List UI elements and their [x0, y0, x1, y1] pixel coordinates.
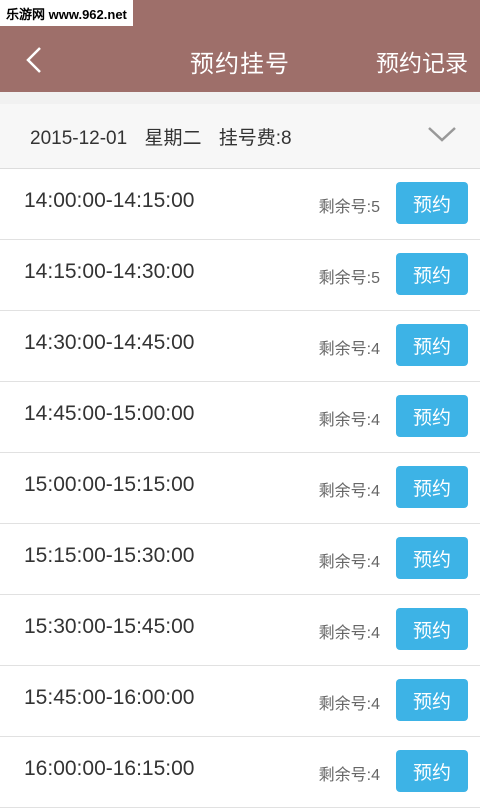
- slot-remaining: 剩余号:4: [318, 767, 380, 784]
- watermark: 乐游网 www.962.net: [0, 0, 133, 26]
- slot-time: 15:15:00-15:30:00: [24, 544, 195, 567]
- slot-row: 15:30:00-15:45:00 剩余号:4 预约: [0, 595, 480, 666]
- slot-remaining: 剩余号:4: [318, 625, 380, 642]
- slot-time: 14:45:00-15:00:00: [24, 402, 195, 425]
- slot-time: 14:15:00-14:30:00: [24, 260, 195, 283]
- slot-time: 15:45:00-16:00:00: [24, 686, 195, 709]
- slot-remaining: 剩余号:4: [318, 483, 380, 500]
- date-value: 2015-12-01: [30, 127, 128, 149]
- slot-row: 14:30:00-14:45:00 剩余号:4 预约: [0, 311, 480, 382]
- slot-row: 14:00:00-14:15:00 剩余号:5 预约: [0, 169, 480, 240]
- slot-remaining: 剩余号:5: [318, 270, 380, 287]
- slot-remaining: 剩余号:4: [318, 341, 380, 358]
- slot-row: 14:45:00-15:00:00 剩余号:4 预约: [0, 382, 480, 453]
- slot-time: 15:30:00-15:45:00: [24, 615, 195, 638]
- slot-remaining: 剩余号:5: [318, 199, 380, 216]
- slot-remaining: 剩余号:4: [318, 412, 380, 429]
- slot-row: 14:15:00-14:30:00 剩余号:5 预约: [0, 240, 480, 311]
- slot-row: 15:45:00-16:00:00 剩余号:4 预约: [0, 666, 480, 737]
- book-button[interactable]: 预约: [396, 324, 468, 366]
- date-info: 2015-12-01 星期二 挂号费:8: [30, 123, 304, 150]
- slot-remaining: 剩余号:4: [318, 696, 380, 713]
- slot-row: 15:15:00-15:30:00 剩余号:4 预约: [0, 524, 480, 595]
- book-button[interactable]: 预约: [396, 750, 468, 792]
- slot-time: 14:30:00-14:45:00: [24, 331, 195, 354]
- date-selector[interactable]: 2015-12-01 星期二 挂号费:8: [0, 104, 480, 169]
- book-button[interactable]: 预约: [396, 253, 468, 295]
- book-button[interactable]: 预约: [396, 608, 468, 650]
- slot-time: 16:00:00-16:15:00: [24, 757, 195, 780]
- weekday-value: 星期二: [144, 127, 202, 149]
- slot-time: 15:00:00-15:15:00: [24, 473, 195, 496]
- book-button[interactable]: 预约: [396, 679, 468, 721]
- slot-row: 15:00:00-15:15:00 剩余号:4 预约: [0, 453, 480, 524]
- fee-value: 挂号费:8: [218, 127, 292, 149]
- chevron-down-icon[interactable]: [426, 124, 458, 144]
- book-button[interactable]: 预约: [396, 466, 468, 508]
- records-button[interactable]: 预约记录: [376, 44, 468, 78]
- slot-row: 16:00:00-16:15:00 剩余号:4 预约: [0, 737, 480, 808]
- book-button[interactable]: 预约: [396, 537, 468, 579]
- book-button[interactable]: 预约: [396, 395, 468, 437]
- slot-list: 14:00:00-14:15:00 剩余号:5 预约 14:15:00-14:30:0…: [0, 169, 480, 808]
- slot-remaining: 剩余号:4: [318, 554, 380, 571]
- book-button[interactable]: 预约: [396, 182, 468, 224]
- slot-time: 14:00:00-14:15:00: [24, 189, 195, 212]
